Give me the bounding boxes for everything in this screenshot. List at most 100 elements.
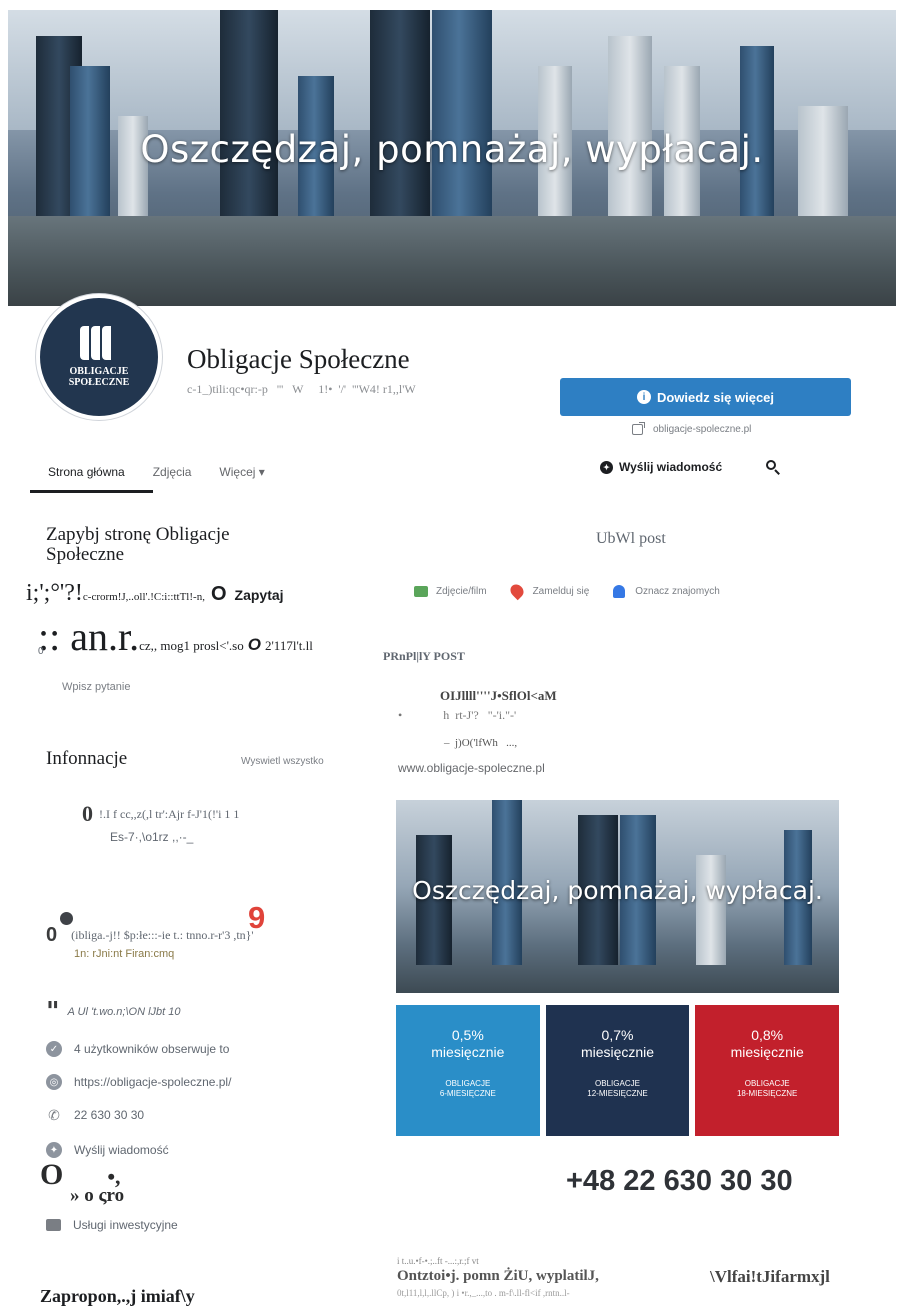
- post-meta-dot: •: [398, 708, 403, 722]
- ask-button[interactable]: Zapytaj: [235, 587, 284, 603]
- category-text: (ibliga.-j!! $p:łe:::-ie t.: tnno.r-r'3 …: [71, 928, 254, 942]
- page-avatar[interactable]: OBLIGACJE SPOŁECZNE: [36, 294, 162, 420]
- post-preview-meta: i t..u.•f-•.;..ft -...:,r.;f vt: [397, 1256, 479, 1266]
- post-meta-text: h rt-J'? "-'i."-': [443, 708, 517, 722]
- post-image[interactable]: Oszczędzaj, pomnażaj, wypłacaj.: [396, 800, 839, 993]
- page-handle: c-1_)tili:qc•qr:-p ''' W 1!• '/' '''W4! …: [187, 382, 416, 396]
- search-icon[interactable]: [766, 460, 780, 475]
- show-all-link[interactable]: Wyswietl wszystko: [241, 756, 324, 767]
- quote-text: A Ul 't.wo.n;\ON lJbt 10: [67, 1006, 181, 1018]
- follow-icon: ✓: [46, 1041, 62, 1057]
- post-link-url[interactable]: www.obligacje-spoleczne.pl: [398, 761, 545, 775]
- messenger-icon: ✦: [46, 1142, 62, 1158]
- follow-page-title: Zapybj stronę Obligacje Społeczne: [46, 524, 230, 565]
- bond-kind: OBLIGACJE 12-MIESIĘCZNE: [587, 1079, 648, 1098]
- quote-row: " A Ul 't.wo.n;\ON lJbt 10: [46, 997, 181, 1027]
- post-image-headline: Oszczędzaj, pomnażaj, wypłacaj.: [412, 876, 823, 905]
- message-row[interactable]: ✦ Wyślij wiadomość: [46, 1142, 169, 1158]
- category-row: 0 (ibliga.-j!! $p:łe:::-ie t.: tnno.r-r'…: [46, 924, 254, 947]
- post-actions-bar: Zdjęcie/film Zamelduj się Oznacz znajomy…: [414, 581, 744, 601]
- bond-card-18m[interactable]: 0,8% miesięcznie OBLIGACJE 18-MIESIĘCZNE: [695, 1005, 840, 1136]
- check-in-button[interactable]: Zamelduj się: [507, 581, 590, 601]
- info-section-title: Infonnacje: [46, 748, 128, 769]
- logo-mark-icon: [80, 326, 118, 360]
- bond-rate: 0,5%: [451, 1027, 484, 1043]
- page-title: Obligacje Społeczne: [187, 344, 410, 374]
- bond-kind: OBLIGACJE 6-MIESIĘCZNE: [439, 1079, 496, 1098]
- phone-text: 22 630 30 30: [74, 1108, 145, 1122]
- bond-rate: 0,8%: [751, 1027, 784, 1043]
- create-post-title[interactable]: UbWl post: [596, 530, 666, 548]
- hotline-number: +48 22 630 30 30: [566, 1165, 793, 1197]
- page-tabs: Strona główna Zdjęcia Więcej ▾: [30, 452, 293, 492]
- next-post-title[interactable]: Ontztoi•j. pomn ŻiU, wyplatilJ,: [397, 1268, 599, 1285]
- tab-home[interactable]: Strona główna: [48, 465, 125, 479]
- ask-prompt-small: c-crorm!J,..oll'.!C:i::ttTl!-n,: [82, 591, 205, 603]
- cover-photo[interactable]: Oszczędzaj, pomnażaj, wypłacaj.: [8, 10, 896, 306]
- website-link[interactable]: obligacje-spoleczne.pl: [632, 422, 751, 435]
- post-author[interactable]: OIJllll''''J•SflOl<aM: [440, 688, 557, 704]
- website-row[interactable]: ◎ https://obligacje-spoleczne.pl/: [46, 1074, 231, 1090]
- about-text-line-2: Es-7·,\o1rz ,,·-_: [110, 830, 194, 844]
- bond-frequency: miesięcznie: [580, 1044, 655, 1060]
- cover-headline: Oszczędzaj, pomnażaj, wypłacaj.: [140, 128, 764, 171]
- check-in-label: Zamelduj się: [532, 585, 590, 597]
- post-image-building: [696, 855, 726, 965]
- tab-photos[interactable]: Zdjęcia: [153, 465, 192, 479]
- messenger-icon: ✦: [600, 460, 613, 474]
- location-pin-icon: [507, 581, 526, 601]
- website-text: https://obligacje-spoleczne.pl/: [74, 1075, 232, 1089]
- ask-o-glyph: O: [210, 583, 227, 605]
- learn-more-label: Dowiedz się więcej: [656, 389, 775, 405]
- ask-zero: 0: [38, 646, 44, 657]
- bond-card-6m[interactable]: 0,5% miesięcznie OBLIGACJE 6-MIESIĘCZNE: [396, 1005, 540, 1136]
- pinned-post-label: PRnPl|lY POST: [383, 649, 465, 663]
- active-tab-indicator: [30, 490, 153, 493]
- person-icon: [613, 584, 626, 598]
- services-row: Usługi inwestycyjne: [46, 1218, 178, 1232]
- category-zero: 0: [46, 924, 58, 946]
- ask-prompt-small-2: cz,, mog1 prosl<'.so: [139, 638, 244, 653]
- send-message-button[interactable]: ✦ Wyślij wiadomość: [600, 460, 722, 474]
- bond-rate: 0,7%: [601, 1027, 634, 1043]
- quote-icon: ": [46, 997, 60, 1027]
- ask-question-input[interactable]: Wpisz pytanie: [62, 681, 130, 693]
- ask-o-glyph-2: O: [247, 635, 261, 654]
- briefcase-icon: [46, 1219, 61, 1231]
- ask-prompt-line-2: :: an.r.cz,, mog1 prosl<'.so O 2'117l't.ll: [38, 613, 313, 660]
- phone-row[interactable]: ✆ 22 630 30 30: [46, 1107, 144, 1123]
- next-post-side-title: \Vlfai!tJifarmxjl: [710, 1267, 830, 1286]
- large-glyph-line-2: » o ςro: [70, 1185, 125, 1206]
- tag-friends-label: Oznacz znajomych: [635, 585, 720, 597]
- followers-row: ✓ 4 użytkowników obserwuje to: [46, 1041, 229, 1057]
- about-text: 0 !.I f cc,,z(,l tr':Ajr f-J'1(!'i 1 1: [82, 803, 240, 825]
- tag-friends-button[interactable]: Oznacz znajomych: [613, 584, 720, 598]
- about-o-glyph: 0: [82, 801, 93, 826]
- large-o-glyph: O: [40, 1158, 64, 1191]
- followers-text: 4 użytkowników obserwuje to: [74, 1042, 230, 1056]
- info-icon: i: [636, 390, 651, 404]
- next-post-sub: 0t,l11,l,l,.llCp, ) i •r.,_...,to . m-f\…: [397, 1288, 570, 1298]
- photo-video-button[interactable]: Zdjęcie/film: [414, 585, 487, 597]
- bond-card-12m[interactable]: 0,7% miesięcznie OBLIGACJE 12-MIESIĘCZNE: [545, 1005, 690, 1136]
- about-text-line: !.I f cc,,z(,l tr':Ajr f-J'1(!'i 1 1: [99, 807, 240, 821]
- category-sub: 1n: rJni:nt Firan:cmq: [74, 948, 175, 960]
- learn-more-button[interactable]: i Dowiedz się więcej: [560, 378, 851, 416]
- tab-more[interactable]: Więcej ▾: [219, 465, 264, 479]
- photo-icon: [414, 585, 428, 597]
- globe-icon: ◎: [46, 1074, 62, 1090]
- bond-kind: OBLIGACJE 18-MIESIĘCZNE: [736, 1079, 798, 1098]
- suggest-section-title: Zapropon,.,j imiaf\y: [40, 1286, 195, 1306]
- phone-icon: ✆: [48, 1106, 60, 1123]
- ask-prompt-large: :: an.r.: [38, 614, 140, 659]
- bond-frequency: miesięcznie: [730, 1044, 804, 1060]
- post-meta-2: – j)O('lfWh ...,: [444, 737, 518, 749]
- ask-prompt-line: i;';°'?!c-crorm!J,..oll'.!C:i::ttTl!-n, O…: [26, 580, 284, 607]
- ask-prompt-noise: i;';°'?!: [26, 580, 83, 606]
- post-meta: • h rt-J'? "-'i."-': [398, 708, 516, 723]
- message-text: Wyślij wiadomość: [74, 1143, 169, 1157]
- bond-frequency: miesięcznie: [431, 1044, 505, 1060]
- ask-prompt-tail: 2'117l't.ll: [264, 638, 313, 653]
- external-link-icon: [632, 422, 645, 435]
- send-message-label: Wyślij wiadomość: [619, 460, 723, 474]
